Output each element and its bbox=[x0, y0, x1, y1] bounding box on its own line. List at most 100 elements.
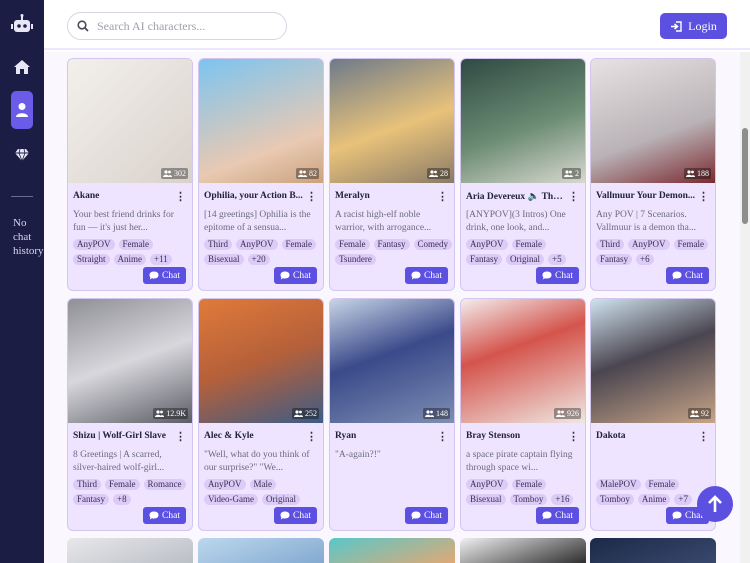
tag-chip[interactable]: Original bbox=[261, 494, 300, 505]
character-thumbnail[interactable] bbox=[461, 59, 585, 183]
home-icon[interactable] bbox=[10, 55, 34, 79]
character-name[interactable]: Shizu | Wolf-Girl Slave bbox=[73, 431, 173, 441]
character-card-partial[interactable] bbox=[460, 538, 586, 563]
tag-chip[interactable]: Anime bbox=[637, 494, 671, 505]
tag-chip[interactable]: +16 bbox=[551, 494, 574, 505]
chat-button[interactable]: Chat bbox=[274, 267, 317, 284]
tag-chip[interactable]: AnyPOV bbox=[73, 239, 115, 250]
profile-icon[interactable] bbox=[11, 91, 33, 129]
tag-chip[interactable]: AnyPOV bbox=[628, 239, 670, 250]
tag-chip[interactable]: AnyPOV bbox=[466, 239, 508, 250]
character-card-partial[interactable] bbox=[329, 538, 455, 563]
character-name[interactable]: Alec & Kyle bbox=[204, 431, 304, 441]
character-name[interactable]: Vallmuur Your Demon... bbox=[596, 191, 696, 201]
chat-button[interactable]: Chat bbox=[666, 267, 709, 284]
tag-chip[interactable]: Female bbox=[335, 239, 370, 250]
tag-chip[interactable]: Third bbox=[73, 479, 101, 490]
character-thumbnail[interactable] bbox=[199, 59, 323, 183]
search-input[interactable] bbox=[97, 18, 267, 34]
tag-chip[interactable]: Fantasy bbox=[73, 494, 109, 505]
character-card[interactable]: 252 Alec & Kyle ⋮ "Well, what do you think … bbox=[198, 298, 324, 531]
chat-button[interactable]: Chat bbox=[405, 267, 448, 284]
character-card[interactable]: 92 Dakota ⋮ MalePOV Female Tomboy Anime +7 Chat bbox=[590, 298, 716, 531]
tag-chip[interactable]: +6 bbox=[636, 254, 654, 265]
character-card[interactable]: 28 Meralyn ⋮ A racist high-elf noble warrio… bbox=[329, 58, 455, 291]
scrollbar-thumb[interactable] bbox=[742, 128, 748, 224]
tag-chip[interactable]: Fantasy bbox=[373, 239, 410, 250]
character-thumbnail[interactable] bbox=[330, 299, 454, 423]
tag-chip[interactable]: AnyPOV bbox=[466, 479, 508, 490]
tag-chip[interactable]: Straight bbox=[73, 254, 110, 265]
login-button[interactable]: Login bbox=[660, 13, 727, 39]
character-card-partial[interactable] bbox=[590, 538, 716, 563]
tag-chip[interactable]: Female bbox=[673, 239, 709, 250]
chat-button[interactable]: Chat bbox=[536, 267, 579, 284]
more-options-icon[interactable]: ⋮ bbox=[306, 430, 317, 443]
character-card[interactable]: 82 Ophilia, your Action B... ⋮ [14 greeting… bbox=[198, 58, 324, 291]
tag-chip[interactable]: Original bbox=[506, 254, 544, 265]
tag-chip[interactable]: Tsundere bbox=[335, 254, 376, 265]
tag-chip[interactable]: Video-Game bbox=[204, 494, 258, 505]
character-card[interactable]: 302 Akane ⋮ Your best friend drinks for fun… bbox=[67, 58, 193, 291]
character-thumbnail[interactable] bbox=[591, 299, 715, 423]
tag-chip[interactable]: Bisexual bbox=[204, 254, 244, 265]
tag-chip[interactable]: Romance bbox=[143, 479, 186, 490]
tag-chip[interactable]: Anime bbox=[113, 254, 146, 265]
character-thumbnail[interactable] bbox=[591, 59, 715, 183]
character-name[interactable]: Dakota bbox=[596, 431, 696, 441]
tag-chip[interactable]: +11 bbox=[150, 254, 172, 265]
character-card-partial[interactable] bbox=[198, 538, 324, 563]
tag-chip[interactable]: Female bbox=[281, 239, 317, 250]
character-thumbnail[interactable] bbox=[68, 299, 192, 423]
tag-chip[interactable]: Female bbox=[118, 239, 154, 250]
tag-chip[interactable]: Comedy bbox=[413, 239, 452, 250]
chat-button[interactable]: Chat bbox=[143, 267, 186, 284]
chat-button[interactable]: Chat bbox=[405, 507, 448, 524]
more-options-icon[interactable]: ⋮ bbox=[568, 190, 579, 203]
tag-chip[interactable]: +5 bbox=[548, 254, 566, 265]
character-thumbnail[interactable] bbox=[68, 59, 192, 183]
tag-chip[interactable]: Bisexual bbox=[466, 494, 506, 505]
gem-icon[interactable] bbox=[10, 143, 34, 167]
character-name[interactable]: Bray Stenson bbox=[466, 431, 566, 441]
scroll-to-top-button[interactable] bbox=[697, 486, 733, 522]
tag-chip[interactable]: Fantasy bbox=[466, 254, 502, 265]
character-card[interactable]: 148 Ryan ⋮ "A-again?!" Chat bbox=[329, 298, 455, 531]
tag-chip[interactable]: AnyPOV bbox=[236, 239, 278, 250]
character-card[interactable]: 2 Aria Devereux 🔈 The ... ⋮ [ANYPOV](3 Intr… bbox=[460, 58, 586, 291]
character-thumbnail[interactable] bbox=[461, 299, 585, 423]
robot-logo-icon[interactable] bbox=[10, 12, 34, 36]
character-name[interactable]: Aria Devereux 🔈 The ... bbox=[466, 191, 566, 202]
tag-chip[interactable]: +8 bbox=[113, 494, 131, 505]
tag-chip[interactable]: Female bbox=[644, 479, 679, 490]
tag-chip[interactable]: +7 bbox=[674, 494, 692, 505]
more-options-icon[interactable]: ⋮ bbox=[437, 430, 448, 443]
tag-chip[interactable]: Tomboy bbox=[509, 494, 548, 505]
character-name[interactable]: Meralyn bbox=[335, 191, 435, 201]
tag-chip[interactable]: Male bbox=[249, 479, 277, 490]
more-options-icon[interactable]: ⋮ bbox=[698, 190, 709, 203]
character-name[interactable]: Ryan bbox=[335, 431, 435, 441]
tag-chip[interactable]: AnyPOV bbox=[204, 479, 246, 490]
tag-chip[interactable]: Third bbox=[204, 239, 232, 250]
tag-chip[interactable]: Female bbox=[511, 479, 547, 490]
character-card[interactable]: 188 Vallmuur Your Demon... ⋮ Any POV | 7 Sc… bbox=[590, 58, 716, 291]
tag-chip[interactable]: Third bbox=[596, 239, 624, 250]
character-card[interactable]: 926 Bray Stenson ⋮ a space pirate captain f… bbox=[460, 298, 586, 531]
chat-button[interactable]: Chat bbox=[274, 507, 317, 524]
tag-chip[interactable]: Tomboy bbox=[596, 494, 634, 505]
more-options-icon[interactable]: ⋮ bbox=[175, 190, 186, 203]
character-card[interactable]: 12.9K Shizu | Wolf-Girl Slave ⋮ 8 Greetings… bbox=[67, 298, 193, 531]
chat-button[interactable]: Chat bbox=[536, 507, 579, 524]
character-card-partial[interactable] bbox=[67, 538, 193, 563]
character-thumbnail[interactable] bbox=[199, 299, 323, 423]
more-options-icon[interactable]: ⋮ bbox=[698, 430, 709, 443]
more-options-icon[interactable]: ⋮ bbox=[306, 190, 317, 203]
more-options-icon[interactable]: ⋮ bbox=[437, 190, 448, 203]
character-thumbnail[interactable] bbox=[330, 59, 454, 183]
tag-chip[interactable]: Fantasy bbox=[596, 254, 632, 265]
more-options-icon[interactable]: ⋮ bbox=[175, 430, 186, 443]
search-box[interactable] bbox=[67, 12, 287, 40]
chat-button[interactable]: Chat bbox=[143, 507, 186, 524]
tag-chip[interactable]: Female bbox=[105, 479, 140, 490]
